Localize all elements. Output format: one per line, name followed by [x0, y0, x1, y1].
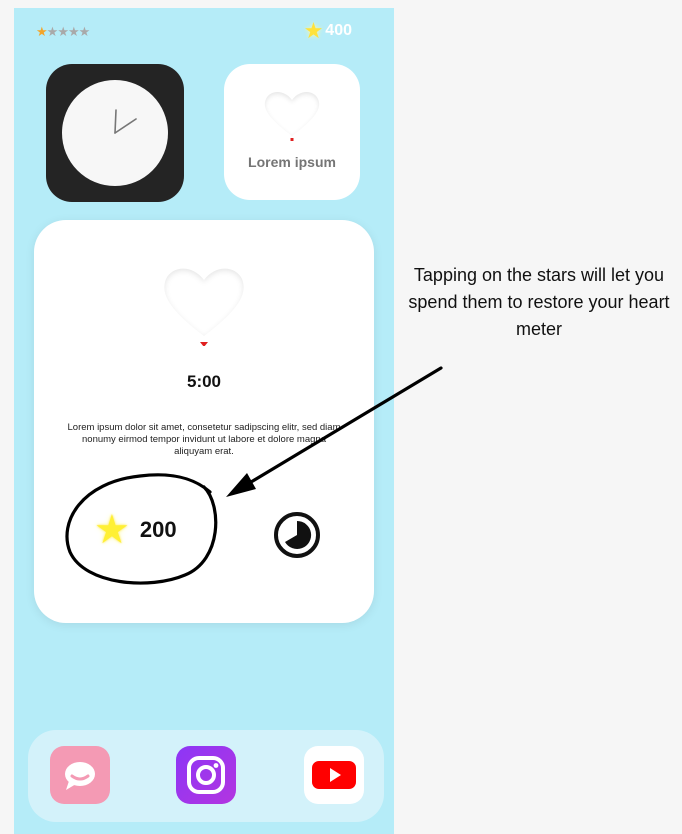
canvas: ★★★★★ ★ 400 Lorem ipsum 5:00 Lorem ipsum…	[0, 0, 682, 834]
star-count: 200	[139, 517, 177, 542]
chat-app-button[interactable]	[50, 746, 110, 804]
star-icon: ★	[94, 508, 130, 552]
heart-timer: 5:00	[186, 372, 222, 391]
status-star-count: 400	[325, 22, 352, 39]
heart-meter-card: 5:00 Lorem ipsum dolor sit amet, consete…	[34, 220, 374, 623]
chat-app-icon	[65, 762, 95, 790]
rating-stars: ★★★★★	[36, 24, 91, 40]
heart-icon	[264, 92, 320, 141]
heart-icon	[164, 268, 244, 346]
clock-icon	[62, 80, 168, 186]
star-spend-button[interactable]: ★ 200	[94, 510, 177, 550]
instagram-app-button[interactable]	[176, 746, 236, 804]
phone-screen: ★★★★★ ★ 400 Lorem ipsum 5:00 Lorem ipsum…	[14, 8, 394, 834]
heart-widget-label: Lorem ipsum	[248, 154, 336, 170]
timer-icon[interactable]	[272, 510, 322, 560]
rating-star-icon: ★	[67, 24, 80, 39]
rating-star-icon: ★	[36, 24, 48, 39]
status-star-balance[interactable]: ★ 400	[304, 20, 352, 42]
youtube-app-button[interactable]	[304, 746, 364, 804]
rating-star-icon: ★	[78, 24, 91, 39]
annotation-text: Tapping on the stars will let you spend …	[408, 265, 670, 339]
instagram-app-icon	[187, 756, 225, 794]
rating-star-icon: ★	[46, 24, 59, 39]
rating-star-icon: ★	[57, 24, 69, 39]
youtube-app-icon	[312, 761, 356, 789]
clock-widget[interactable]	[46, 64, 184, 202]
star-icon: ★	[303, 18, 324, 43]
card-description: Lorem ipsum dolor sit amet, consetetur s…	[67, 422, 341, 457]
heart-widget[interactable]: Lorem ipsum	[224, 64, 360, 200]
app-dock	[28, 730, 384, 822]
